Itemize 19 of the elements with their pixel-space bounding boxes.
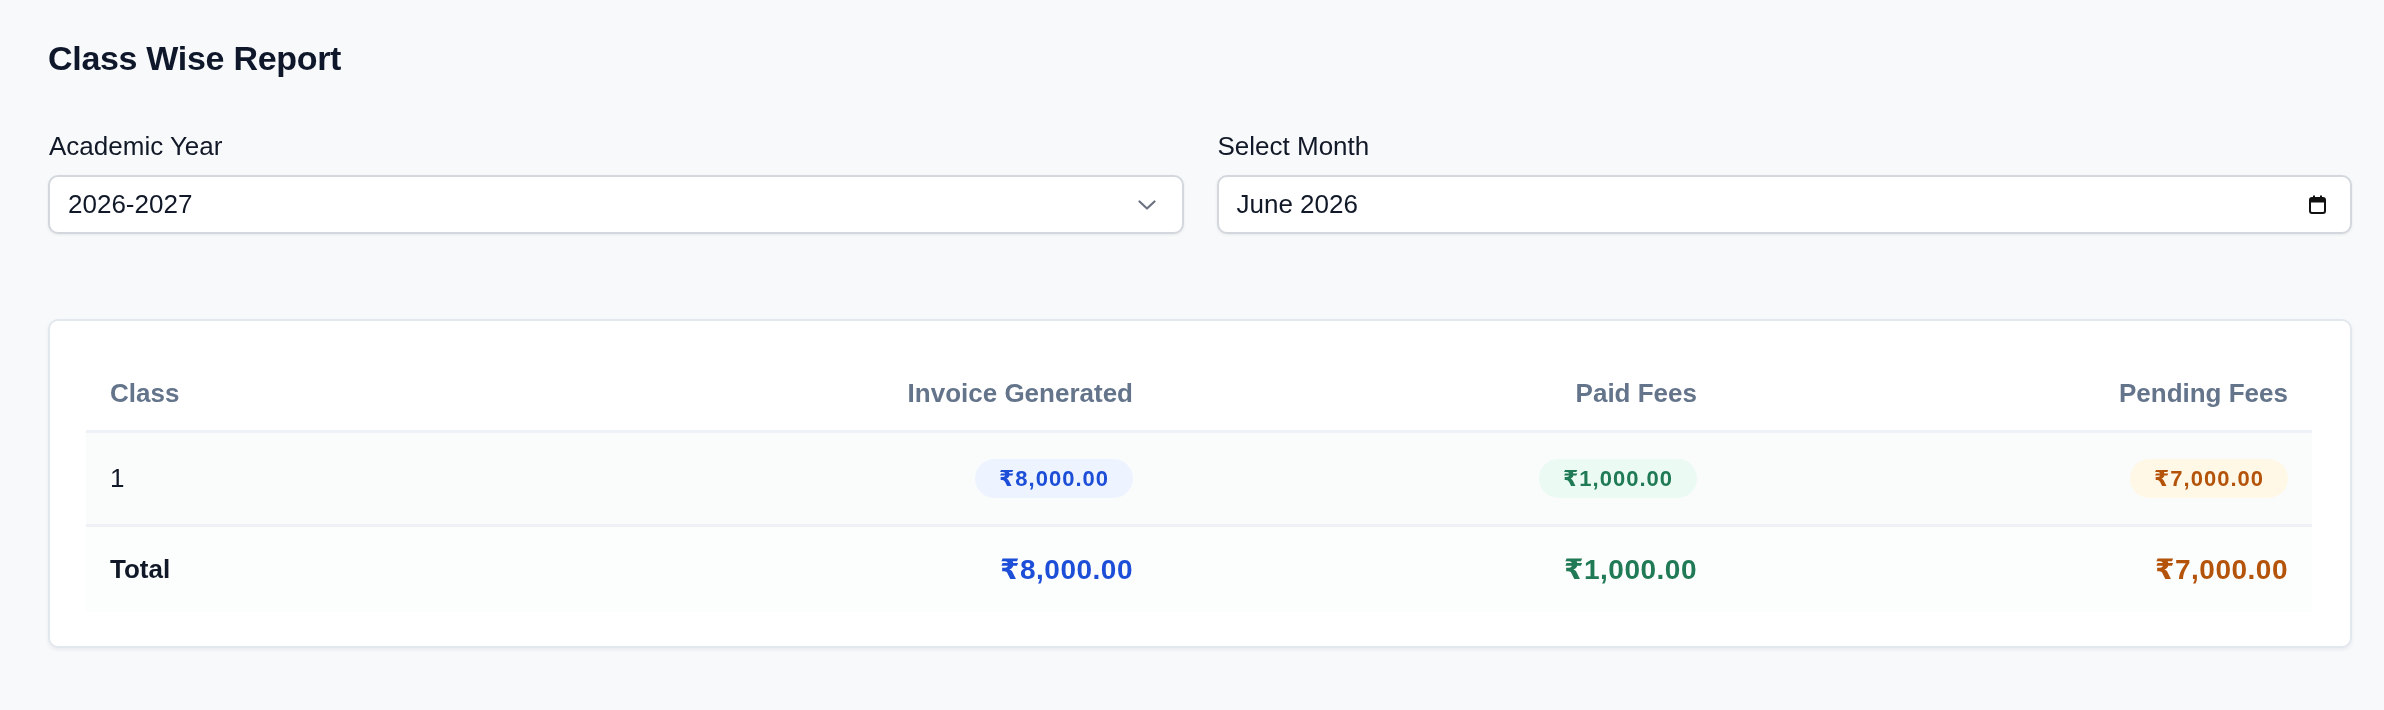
page-title: Class Wise Report [48, 38, 342, 78]
field-label: Select Month [1217, 131, 1370, 161]
amount-badge: ₹7,000.00 [2130, 459, 2288, 498]
column-header: Invoice Generated [907, 378, 1133, 409]
total-label: Total [110, 554, 171, 585]
amount-badge: ₹8,000.00 [975, 459, 1133, 498]
calendar-icon[interactable] [2309, 195, 2326, 214]
field-label: Academic Year [49, 131, 223, 161]
amount-badge: ₹1,000.00 [1539, 459, 1697, 498]
month-input[interactable]: June 2026 [1216, 175, 2352, 234]
total-amount: ₹7,000.00 [2155, 553, 2288, 586]
chevron-down-icon [1137, 199, 1156, 210]
column-header: Class [110, 378, 180, 409]
column-header: Pending Fees [2118, 378, 2288, 409]
total-amount: ₹8,000.00 [1000, 553, 1133, 586]
total-amount: ₹1,000.00 [1564, 553, 1697, 586]
table-cell: 1 [110, 463, 125, 494]
dropdown-select[interactable]: 2026-2027 [48, 175, 1184, 234]
column-header: Paid Fees [1575, 378, 1697, 409]
